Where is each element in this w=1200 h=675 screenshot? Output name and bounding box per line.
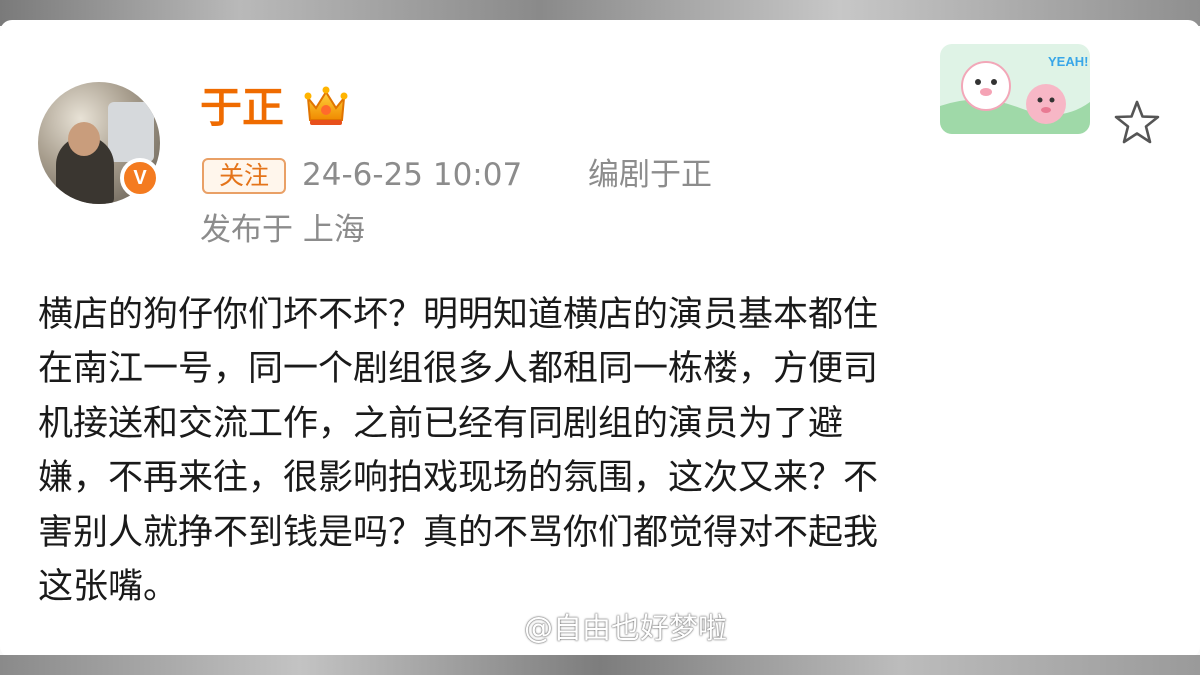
avatar-background-shape: [108, 102, 154, 162]
bottom-blur-band: [0, 655, 1200, 675]
watermark: @自由也好梦啦: [468, 606, 727, 646]
crown-icon: [304, 86, 348, 125]
sticker-text: YEAH!: [1048, 54, 1088, 69]
post-timestamp: 24-6-25 10:07: [302, 157, 523, 193]
avatar-head-shape: [68, 122, 100, 156]
post-content-line: 害别人就挣不到钱是吗？真的不骂你们都觉得对不起我: [38, 512, 879, 553]
star-icon[interactable]: [1112, 98, 1162, 146]
decoration-sticker-icon[interactable]: YEAH!: [940, 44, 1090, 134]
post-content-line: 嫌，不再来往，很影响拍戏现场的氛围，这次又来？不: [38, 458, 879, 499]
weibo-logo-icon: [470, 612, 514, 644]
watermark-text: @自由也好梦啦: [524, 611, 728, 645]
author-name[interactable]: 于正: [200, 82, 284, 134]
post-content: 横店的狗仔你们坏不坏？明明知道横店的演员基本都住 在南江一号，同一个剧组很多人都…: [38, 288, 1168, 614]
post-content-line: 机接送和交流工作，之前已经有同剧组的演员为了避: [38, 403, 844, 444]
verified-badge-icon: V: [120, 158, 160, 198]
follow-button[interactable]: 关注: [202, 158, 286, 194]
post-source[interactable]: 编剧于正: [588, 153, 712, 197]
post-location: 发布于 上海: [200, 212, 365, 248]
post-content-line: 横店的狗仔你们坏不坏？明明知道横店的演员基本都住: [38, 295, 879, 335]
weibo-post-card: V 于正 关注 24-6-25 10:07 编剧于正 发布于 上海 YEAH!: [0, 20, 1200, 658]
post-content-line: 在南江一号，同一个剧组很多人都租同一栋楼，方便司: [38, 349, 879, 390]
